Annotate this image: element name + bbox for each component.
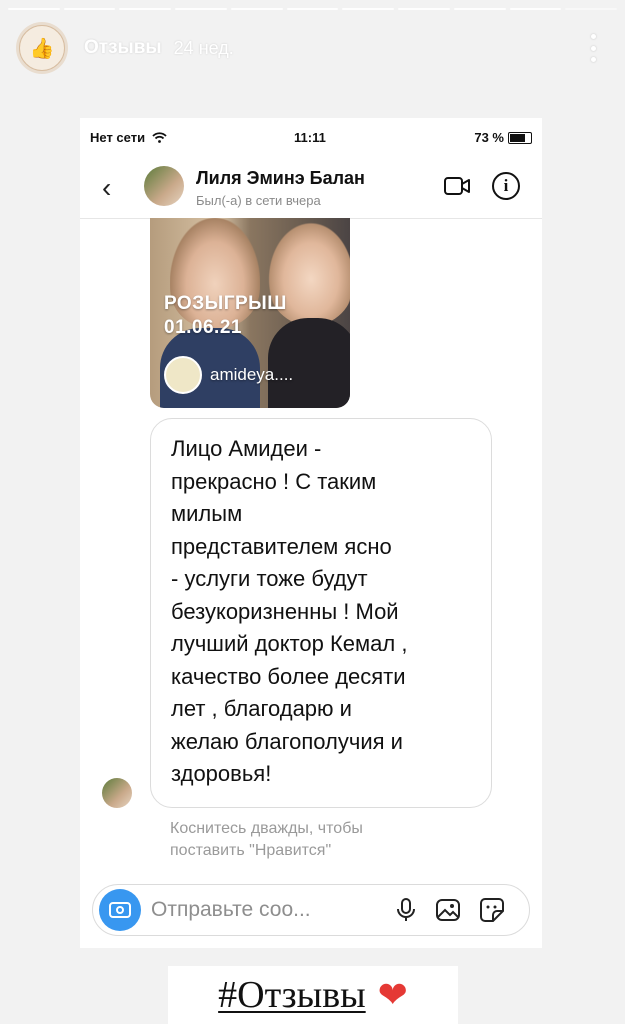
hashtag-sticker[interactable]: #Отзывы ❤ (168, 966, 458, 1024)
contact-avatar[interactable] (144, 166, 184, 206)
back-chevron-icon[interactable]: ‹ (102, 172, 111, 204)
story-progress-segment (398, 8, 450, 10)
dm-screenshot: Нет сети 11:11 73 % ‹ Лиля Эминэ Балан Б… (80, 118, 542, 948)
sticker-icon[interactable] (479, 897, 505, 923)
story-progress-segment (342, 8, 395, 10)
phone-status-bar: Нет сети 11:11 73 % (80, 130, 542, 150)
video-call-icon[interactable] (444, 176, 470, 196)
account-logo-icon (164, 356, 202, 394)
story-header: 👍 Отзывы 24 нед. (16, 20, 609, 76)
story-progress-segment (509, 8, 562, 10)
story-progress-segment (175, 8, 227, 10)
battery-icon (508, 131, 532, 144)
thumbs-up-icon: 👍 (19, 25, 65, 71)
highlight-avatar[interactable]: 👍 (16, 22, 68, 74)
carrier-label: Нет сети (90, 130, 146, 145)
info-icon[interactable]: i (492, 172, 520, 200)
story-timestamp: 24 нед. (173, 37, 234, 58)
camera-icon[interactable] (99, 889, 141, 931)
story-progress-segment (453, 8, 506, 10)
wifi-icon (152, 132, 167, 143)
double-tap-hint: Коснитесь дважды, чтобы поставить "Нрави… (170, 820, 363, 859)
heart-icon: ❤ (377, 974, 408, 1015)
message-input-placeholder[interactable]: Отправьте соо... (151, 898, 311, 922)
shared-story-card[interactable]: РОЗЫГРЫШ 01.06.21 amideya.... (150, 218, 350, 408)
shared-story-title: РОЗЫГРЫШ 01.06.21 (164, 293, 287, 338)
hashtag-text: #Отзывы (218, 974, 366, 1016)
story-progress-bar (8, 8, 618, 10)
microphone-icon[interactable] (393, 897, 419, 923)
phone-clock: 11:11 (294, 130, 326, 145)
dm-header: ‹ Лиля Эминэ Балан Был(-а) в сети вчера … (80, 160, 542, 219)
story-progress-segment (230, 8, 283, 10)
story-progress-segment (63, 8, 116, 10)
story-progress-segment (8, 8, 60, 10)
story-progress-segment (565, 8, 618, 10)
contact-name[interactable]: Лиля Эминэ Балан (196, 168, 365, 189)
story-progress-segment (286, 8, 339, 10)
battery-percent: 73 % (474, 130, 504, 145)
more-options-icon[interactable] (581, 34, 605, 62)
contact-status: Был(-а) в сети вчера (196, 193, 321, 208)
story-progress-segment (119, 8, 172, 10)
story-author-name[interactable]: Отзывы (84, 37, 162, 59)
message-composer[interactable]: Отправьте соо... (92, 884, 530, 936)
sender-avatar (102, 778, 132, 808)
gallery-icon[interactable] (435, 897, 461, 923)
message-bubble[interactable]: Лицо Амидеи - прекрасно ! С таким милым … (150, 418, 492, 808)
shared-story-account: amideya.... (164, 356, 293, 394)
